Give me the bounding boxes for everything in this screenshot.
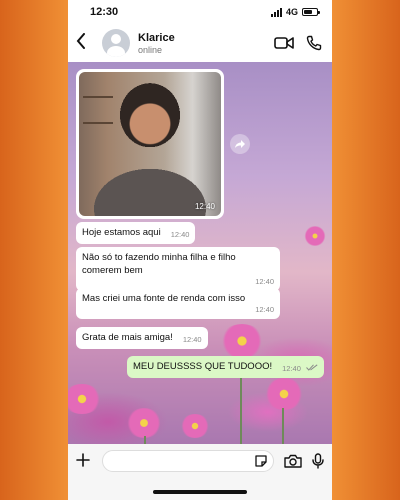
wallpaper-flower — [126, 408, 162, 438]
home-indicator[interactable] — [153, 490, 247, 494]
message-time: 12:40 — [282, 363, 301, 373]
wallpaper-stem — [282, 408, 284, 444]
message-time: 12:40 — [194, 202, 215, 211]
status-time: 12:30 — [90, 6, 119, 18]
signal-icon — [270, 7, 282, 17]
plus-icon — [76, 453, 90, 467]
message-text: Não só to fazendo minha filha e filho co… — [82, 252, 236, 276]
wallpaper-flower — [220, 324, 264, 358]
video-camera-icon — [274, 37, 294, 49]
wallpaper-stem — [144, 436, 146, 444]
outgoing-message[interactable]: MEU DEUSSSS QUE TUDOOO! 12:40 — [126, 356, 324, 378]
right-frame — [332, 0, 400, 500]
photo-shelf — [83, 122, 113, 124]
input-bar — [68, 444, 332, 478]
chevron-left-icon — [76, 33, 85, 49]
wallpaper-flower — [304, 226, 326, 246]
message-input[interactable] — [111, 451, 247, 471]
sticker-button[interactable] — [254, 454, 268, 471]
contact-info[interactable]: Klarice online — [138, 32, 262, 55]
message-text: Mas criei uma fonte de renda com isso — [82, 293, 246, 304]
message-time: 12:40 — [255, 304, 274, 314]
photo-message[interactable]: 12:40 — [76, 69, 224, 219]
wallpaper-flower — [264, 378, 304, 410]
camera-icon — [284, 454, 302, 468]
message-time: 12:40 — [170, 229, 190, 239]
voice-call-button[interactable] — [306, 35, 322, 51]
message-text: Hoje estamos aqui — [82, 227, 161, 238]
status-bar: 12:30 4G — [68, 0, 332, 24]
battery-icon — [302, 8, 320, 16]
camera-button[interactable] — [284, 454, 302, 468]
incoming-message[interactable]: Mas criei uma fonte de renda com isso 12… — [76, 288, 280, 319]
forward-button[interactable] — [230, 134, 250, 154]
incoming-message[interactable]: Não só to fazendo minha filha e filho co… — [76, 247, 280, 291]
left-frame — [0, 0, 68, 500]
home-area — [68, 478, 332, 500]
message-field[interactable] — [102, 450, 274, 472]
contact-status: online — [138, 44, 163, 55]
sticker-icon — [255, 455, 267, 467]
wallpaper-flower — [68, 384, 102, 414]
wallpaper-flower — [180, 414, 210, 438]
message-text: MEU DEUSSSS QUE TUDOOO! — [132, 361, 273, 372]
status-indicators: 4G — [270, 7, 320, 17]
video-call-button[interactable] — [274, 36, 294, 50]
message-meta: 12:40 — [282, 364, 318, 374]
double-check-icon — [306, 364, 318, 371]
avatar[interactable] — [102, 29, 130, 57]
message-time: 12:40 — [255, 276, 274, 286]
microphone-icon — [312, 453, 324, 469]
chat-area[interactable]: 12:40 Hoje estamos aqui 12:40 Não só to … — [68, 62, 332, 444]
incoming-message[interactable]: Hoje estamos aqui 12:40 — [76, 222, 196, 244]
contact-name: Klarice — [138, 31, 175, 44]
back-button[interactable] — [76, 33, 94, 53]
incoming-message[interactable]: Grata de mais amiga! 12:40 — [76, 327, 208, 349]
chat-header: Klarice online — [68, 24, 332, 62]
message-text: Grata de mais amiga! — [82, 332, 173, 343]
photo-shelf — [83, 96, 113, 98]
forward-icon — [235, 140, 245, 148]
network-label: 4G — [285, 7, 298, 17]
phone-screen: 12:30 4G Klarice online 12:40 Hoje estam… — [68, 0, 332, 500]
message-time: 12:40 — [182, 334, 202, 344]
phone-icon — [306, 35, 322, 51]
attach-button[interactable] — [76, 451, 94, 471]
photo-image[interactable]: 12:40 — [79, 72, 221, 216]
microphone-button[interactable] — [312, 453, 324, 469]
